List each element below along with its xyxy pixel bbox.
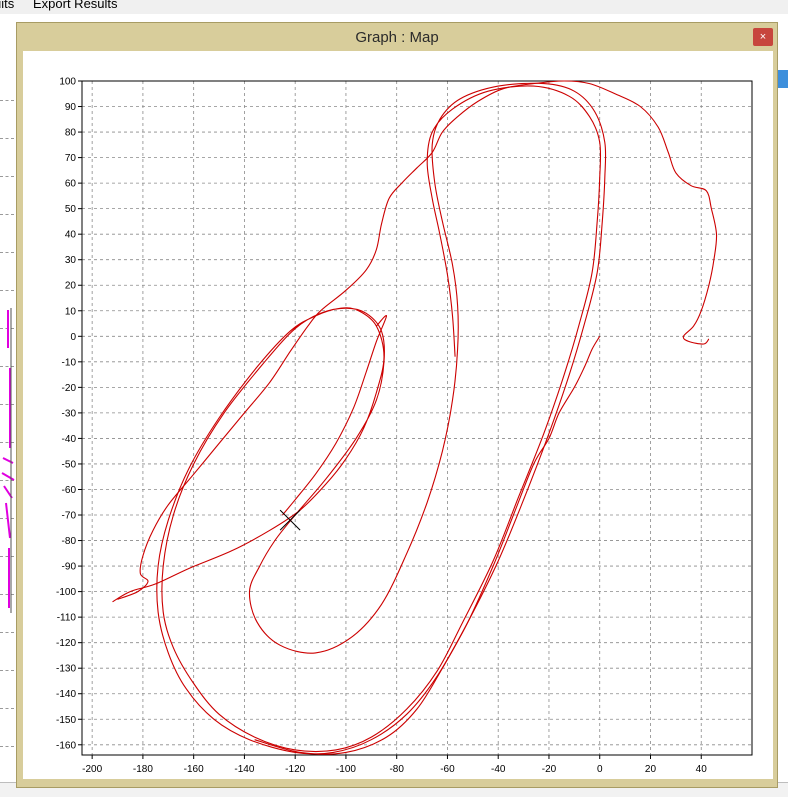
- y-tick-label: -90: [62, 562, 77, 573]
- background-grid-line: [0, 290, 14, 291]
- y-tick-label: -80: [62, 536, 77, 547]
- y-tick-label: -100: [56, 587, 76, 598]
- y-tick-label: 0: [70, 332, 76, 343]
- y-axis-ticks: 1009080706050403020100-10-20-30-40-50-60…: [56, 77, 82, 751]
- y-tick-label: -70: [62, 511, 77, 522]
- y-tick-label: 60: [65, 179, 77, 190]
- background-tab[interactable]: [778, 70, 788, 88]
- close-button[interactable]: ×: [753, 28, 773, 46]
- graph-client-area: 100 90 80 70 60 50 40 30 20 10 0 -10 -20 -30 -40 -50 -60…: [23, 51, 773, 779]
- y-tick-label: -40: [62, 434, 77, 445]
- background-grid-line: [0, 670, 14, 671]
- y-tick-label: 80: [65, 128, 77, 139]
- background-grid-line: [0, 746, 14, 747]
- x-tick-label: 0: [597, 764, 603, 775]
- trajectory-series: [254, 336, 601, 755]
- trajectory-series: [117, 80, 718, 600]
- window-title: Graph : Map: [355, 29, 439, 46]
- x-axis-ticks: -200 -180 -160 -140 -120 -100 -80 -60 -40 -20 0 20 4…: [82, 755, 707, 775]
- y-tick-label: 10: [65, 306, 77, 317]
- y-tick-label: -120: [56, 638, 76, 649]
- trajectory-lines: [112, 80, 718, 755]
- y-tick-label: -130: [56, 664, 76, 675]
- y-tick-label: -50: [62, 459, 77, 470]
- y-tick-label: 50: [65, 204, 77, 215]
- y-tick-label: 20: [65, 281, 77, 292]
- background-panel-right: [778, 88, 788, 796]
- y-tick-label: 100: [59, 77, 76, 88]
- y-tick-label: -140: [56, 689, 76, 700]
- menu-item-export-results[interactable]: Export Results: [33, 0, 118, 10]
- plot-frame: [81, 80, 753, 756]
- y-tick-label: -60: [62, 485, 77, 496]
- x-tick-label: -120: [285, 764, 305, 775]
- background-grid-line: [0, 252, 14, 253]
- menu-bar: uits Export Results: [0, 0, 788, 14]
- background-grid-line: [0, 708, 14, 709]
- map-chart[interactable]: 1009080706050403020100-10-20-30-40-50-60…: [23, 51, 773, 779]
- close-icon: ×: [759, 31, 767, 43]
- x-tick-label: 40: [696, 764, 708, 775]
- x-tick-label: -80: [389, 764, 404, 775]
- trajectory-series: [112, 82, 607, 755]
- x-tick-label: -100: [336, 764, 356, 775]
- menu-item-results[interactable]: uits: [0, 0, 14, 10]
- y-tick-label: 30: [65, 255, 77, 266]
- grid: [82, 80, 752, 755]
- y-tick-label: -150: [56, 715, 76, 726]
- x-tick-label: -20: [542, 764, 557, 775]
- y-tick-label: -30: [62, 408, 77, 419]
- trajectory-series: [282, 314, 388, 516]
- y-tick-label: -110: [57, 613, 77, 624]
- x-tick-label: -140: [234, 764, 254, 775]
- y-tick-label: -20: [62, 383, 77, 394]
- x-tick-label: -180: [133, 764, 153, 775]
- x-tick-label: -60: [440, 764, 455, 775]
- background-grid-line: [0, 214, 14, 215]
- x-tick-label: -200: [82, 764, 102, 775]
- x-tick-label: -160: [184, 764, 204, 775]
- window-titlebar[interactable]: Graph : Map ×: [17, 23, 777, 53]
- position-marker: [279, 509, 301, 531]
- x-tick-label: 20: [645, 764, 657, 775]
- y-tick-label: 70: [65, 153, 77, 164]
- background-panel-left: [0, 78, 17, 796]
- background-grid-line: [0, 176, 14, 177]
- y-tick-label: -10: [62, 357, 77, 368]
- background-grid-line: [0, 100, 14, 101]
- y-tick-label: -160: [56, 740, 76, 751]
- background-signal-trace: [1, 308, 15, 613]
- x-tick-label: -40: [491, 764, 506, 775]
- y-tick-label: 40: [65, 230, 77, 241]
- y-tick-label: 90: [65, 102, 77, 113]
- background-grid-line: [0, 138, 14, 139]
- graph-map-window: Graph : Map × 100 90 80 70 60 50 40 30 20 10 0 -10-…: [16, 22, 778, 788]
